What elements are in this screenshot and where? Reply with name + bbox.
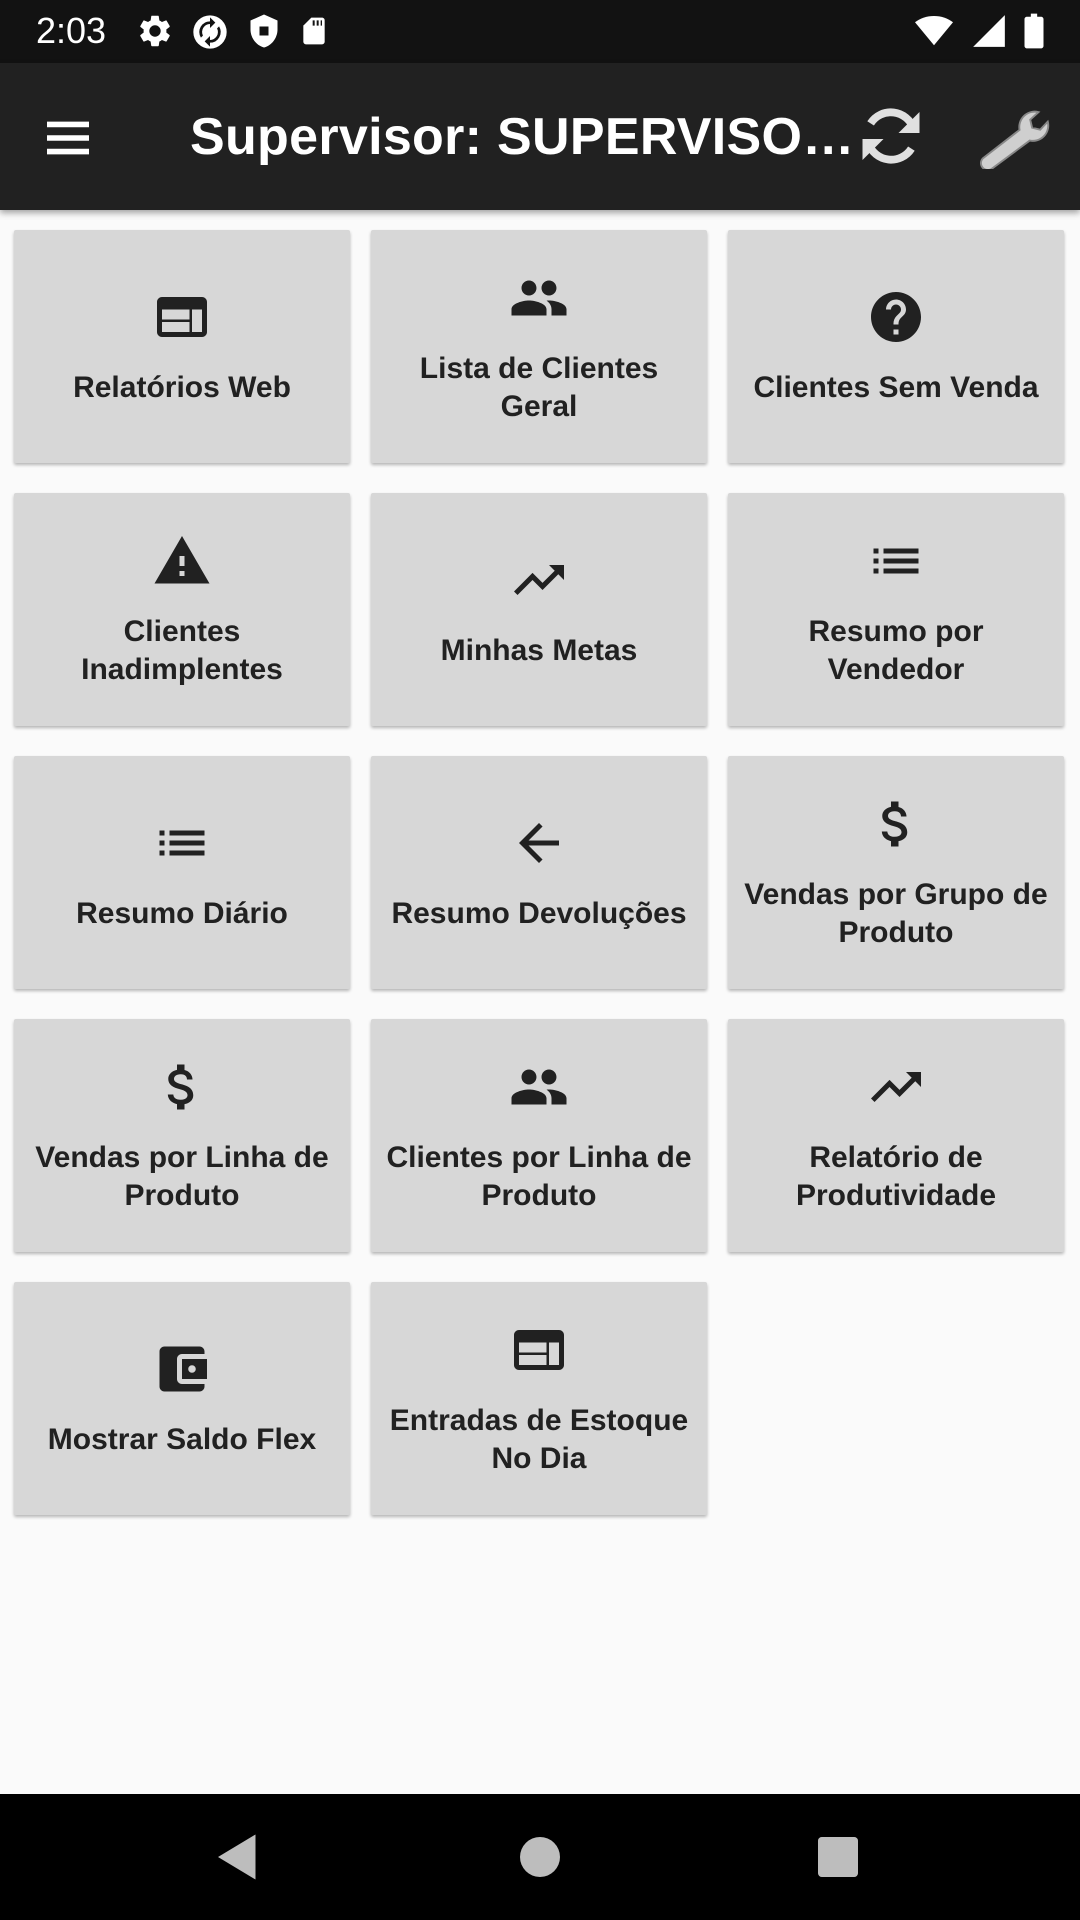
list-icon xyxy=(866,531,926,591)
help-icon xyxy=(866,287,926,347)
web-icon xyxy=(152,287,212,347)
battery-icon xyxy=(1022,12,1046,50)
sync-icon[interactable] xyxy=(855,100,927,172)
sync-status-icon xyxy=(190,12,230,52)
trending-up-icon xyxy=(866,1057,926,1117)
tile-vendas-linha-produto[interactable]: Vendas por Linha de Produto xyxy=(14,1019,350,1252)
web-icon xyxy=(509,1320,569,1380)
tile-minhas-metas[interactable]: Minhas Metas xyxy=(371,493,707,726)
tile-mostrar-saldo-flex[interactable]: Mostrar Saldo Flex xyxy=(14,1282,350,1515)
app-bar: Supervisor: SUPERVISO… xyxy=(0,63,1080,210)
sd-card-icon xyxy=(298,12,330,52)
arrow-back-icon xyxy=(509,813,569,873)
signal-icon xyxy=(970,12,1008,50)
tile-label: Relatório de Produtividade xyxy=(795,1140,997,1212)
people-icon xyxy=(509,1057,569,1117)
page-title: Supervisor: SUPERVISO… xyxy=(190,108,855,166)
tile-resumo-devolucoes[interactable]: Resumo Devoluções xyxy=(371,756,707,989)
recents-icon[interactable] xyxy=(808,1827,868,1887)
tile-label: Resumo Devoluções xyxy=(391,896,687,930)
tile-label: Clientes Sem Venda xyxy=(753,370,1039,404)
wrench-icon[interactable] xyxy=(978,105,1054,171)
tile-label: Relatórios Web xyxy=(73,370,291,404)
tile-lista-clientes-geral[interactable]: Lista de Clientes Geral xyxy=(371,230,707,463)
settings-icon xyxy=(136,12,174,52)
tile-resumo-por-vendedor[interactable]: Resumo por Vendedor xyxy=(728,493,1064,726)
shield-icon xyxy=(246,12,282,52)
dollar-icon xyxy=(866,794,926,854)
tile-clientes-inadimplentes[interactable]: Clientes Inadimplentes xyxy=(14,493,350,726)
tile-label: Mostrar Saldo Flex xyxy=(47,1422,317,1456)
home-icon[interactable] xyxy=(510,1827,570,1887)
tile-resumo-diario[interactable]: Resumo Diário xyxy=(14,756,350,989)
people-icon xyxy=(509,268,569,328)
tile-label: Vendas por Grupo de Produto xyxy=(744,877,1048,949)
dollar-icon xyxy=(152,1057,212,1117)
tile-entradas-estoque[interactable]: Entradas de Estoque No Dia xyxy=(371,1282,707,1515)
wallet-icon xyxy=(152,1339,212,1399)
list-icon xyxy=(152,813,212,873)
navigation-bar xyxy=(0,1794,1080,1920)
tile-label: Minhas Metas xyxy=(440,633,638,667)
status-time: 2:03 xyxy=(36,10,107,51)
tile-clientes-sem-venda[interactable]: Clientes Sem Venda xyxy=(728,230,1064,463)
back-icon[interactable] xyxy=(208,1827,268,1887)
wifi-icon xyxy=(912,12,956,50)
tile-label: Clientes Inadimplentes xyxy=(81,614,283,686)
tile-relatorios-web[interactable]: Relatórios Web xyxy=(14,230,350,463)
tile-label: Lista de Clientes Geral xyxy=(419,351,659,423)
tile-clientes-linha-produto[interactable]: Clientes por Linha de Produto xyxy=(371,1019,707,1252)
tile-label: Resumo por Vendedor xyxy=(808,614,984,686)
warning-icon xyxy=(152,531,212,591)
tile-label: Resumo Diário xyxy=(76,896,288,930)
tile-label: Entradas de Estoque No Dia xyxy=(389,1403,689,1475)
tile-label: Vendas por Linha de Produto xyxy=(35,1140,329,1212)
status-bar: 2:03 xyxy=(0,0,1080,63)
tile-vendas-grupo-produto[interactable]: Vendas por Grupo de Produto xyxy=(728,756,1064,989)
menu-icon[interactable] xyxy=(40,110,96,166)
tile-relatorio-produtividade[interactable]: Relatório de Produtividade xyxy=(728,1019,1064,1252)
trending-up-icon xyxy=(509,550,569,610)
tile-label: Clientes por Linha de Produto xyxy=(386,1140,692,1212)
